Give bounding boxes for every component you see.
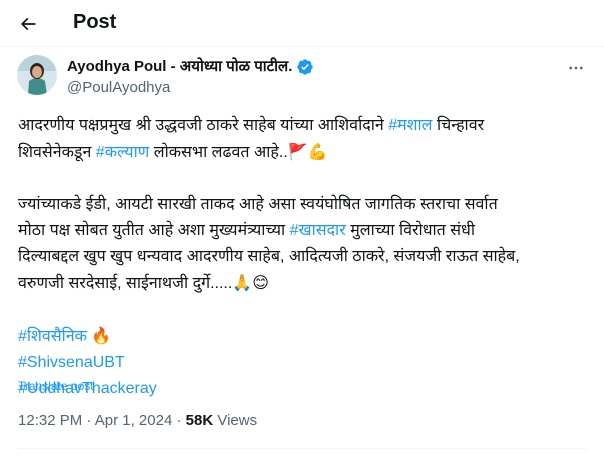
separator: ·: [172, 412, 186, 429]
hashtag-link[interactable]: #शिवसैनिक: [18, 328, 87, 345]
author-display-name[interactable]: Ayodhya Poul - अयोध्या पोळ पाटील.: [67, 57, 292, 76]
tweet-line: दिल्याबद्दल खुप खुप धन्यवाद आदरणीय साहेब…: [18, 248, 520, 265]
avatar[interactable]: [17, 55, 57, 95]
translate-post-link[interactable]: Translate post: [18, 379, 94, 393]
views-label: Views: [213, 412, 258, 429]
text-segment: मुलाच्या विरोधात संधी: [345, 222, 476, 239]
arrow-left-icon: [20, 17, 36, 31]
text-segment: मोठा पक्ष सोबत युतीत आहे अशा मुख्यमंत्र्…: [18, 222, 290, 239]
tweet-line: मोठा पक्ष सोबत युतीत आहे अशा मुख्यमंत्र्…: [18, 218, 598, 244]
author-name-row: Ayodhya Poul - अयोध्या पोळ पाटील.: [67, 57, 314, 76]
text-segment: वरुणजी सरदेसाई, साईनाथजी दुर्गे.....: [18, 275, 233, 292]
more-options-button[interactable]: [566, 58, 586, 78]
tweet-line: वरुणजी सरदेसाई, साईनाथजी दुर्गे.....🙏😊: [18, 270, 598, 297]
post-date[interactable]: Apr 1, 2024: [95, 412, 173, 429]
post-metadata: 12:32 PM · Apr 1, 2024 · 58K Views: [18, 411, 257, 431]
tweet-line: #शिवसैनिक 🔥: [18, 323, 598, 350]
text-segment: आदरणीय पक्षप्रमुख श्री उद्धवजी ठाकरे साह…: [18, 117, 389, 134]
divider: [18, 448, 586, 449]
text-segment: चिन्हावर: [432, 117, 485, 134]
tweet-text: आदरणीय पक्षप्रमुख श्री उद्धवजी ठाकरे साह…: [18, 113, 598, 402]
back-button[interactable]: [14, 10, 42, 38]
hashtag-link[interactable]: #खासदार: [290, 222, 346, 239]
divider: [0, 46, 604, 47]
emoji: 🙏😊: [232, 273, 269, 292]
text-segment: लोकसभा लढवत आहे..: [149, 144, 288, 161]
hashtag-link[interactable]: #ShivsenaUBT: [18, 354, 125, 371]
post-time[interactable]: 12:32 PM: [18, 412, 82, 429]
tweet-line: #UddhavThackeray: [18, 376, 598, 402]
header-bar: Post: [0, 0, 604, 46]
verified-badge-icon: [297, 58, 314, 75]
emoji: 🚩💪: [287, 142, 328, 161]
author-handle[interactable]: @PoulAyodhya: [67, 78, 170, 97]
separator: ·: [82, 412, 95, 429]
tweet-line: ज्यांच्याकडे ईडी, आयटी सारखी ताकद आहे अस…: [18, 196, 498, 213]
views-count: 58K: [185, 412, 214, 429]
tweet-line: शिवसेनेकडून #कल्याण लोकसभा लढवत आहे..🚩💪: [18, 139, 598, 166]
hashtag-link[interactable]: #कल्याण: [96, 144, 150, 161]
text-segment: शिवसेनेकडून: [18, 144, 96, 161]
page-title: Post: [73, 11, 117, 33]
emoji: 🔥: [91, 326, 112, 345]
tweet-line: #ShivsenaUBT: [18, 350, 598, 376]
more-horizontal-icon: [569, 66, 583, 70]
tweet-line: आदरणीय पक्षप्रमुख श्री उद्धवजी ठाकरे साह…: [18, 113, 598, 139]
hashtag-link[interactable]: #मशाल: [388, 117, 432, 134]
